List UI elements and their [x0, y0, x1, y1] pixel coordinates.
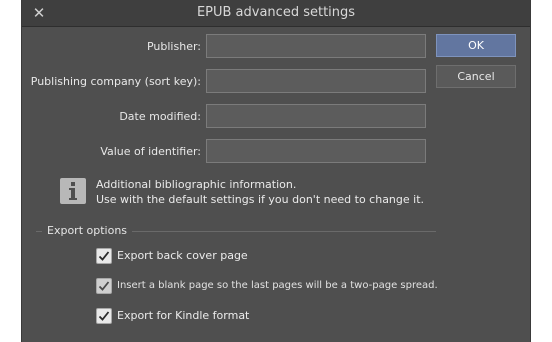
export-kindle-checkbox[interactable] [96, 308, 112, 324]
checkmark-icon [98, 251, 110, 261]
info-icon [60, 178, 86, 204]
publisher-field[interactable] [206, 34, 426, 58]
cancel-button[interactable]: Cancel [436, 65, 516, 88]
publishing-company-sort-key-field[interactable] [206, 69, 426, 93]
publishing-company-sort-key-label: Publishing company (sort key): [30, 75, 201, 88]
date-modified-field[interactable] [206, 104, 426, 128]
date-modified-label: Date modified: [119, 110, 201, 123]
info-line-1: Additional bibliographic information. [96, 178, 297, 191]
identifier-value-label: Value of identifier: [100, 145, 201, 158]
checkmark-icon [98, 281, 110, 291]
checkmark-icon [98, 311, 110, 321]
identifier-value-field[interactable] [206, 139, 426, 163]
ok-button[interactable]: OK [436, 34, 516, 57]
info-message: Additional bibliographic information. Us… [96, 177, 424, 207]
export-options-heading: Export options [42, 224, 133, 237]
epub-advanced-settings-dialog: ✕ EPUB advanced settings Publisher: Publ… [22, 0, 530, 342]
publisher-label: Publisher: [146, 40, 201, 53]
dialog-title: EPUB advanced settings [196, 5, 356, 20]
insert-blank-page-label: Insert a blank page so the last pages wi… [117, 280, 438, 291]
info-line-2: Use with the default settings if you don… [96, 193, 425, 206]
export-kindle-label: Export for Kindle format [117, 309, 250, 322]
export-back-cover-label: Export back cover page [117, 249, 248, 262]
insert-blank-page-checkbox[interactable] [96, 278, 112, 294]
title-bar: ✕ EPUB advanced settings [22, 0, 530, 27]
export-back-cover-checkbox[interactable] [96, 248, 112, 264]
